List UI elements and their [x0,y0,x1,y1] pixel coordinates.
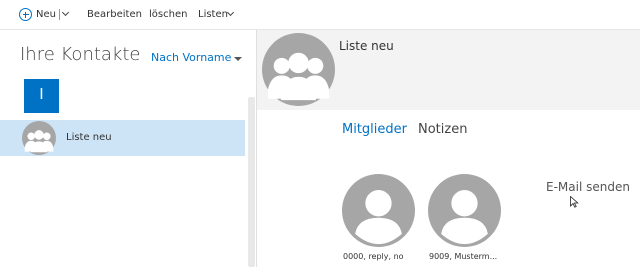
person-avatar-icon[interactable] [342,174,415,247]
chevron-down-icon[interactable] [61,8,70,17]
contacts-list-pane: Ihre Kontakte Nach Vorname I Liste neu [0,30,256,267]
tab-notes[interactable]: Notizen [418,122,467,137]
group-avatar-icon [262,33,335,106]
tab-members[interactable]: Mitglieder [342,122,407,137]
toolbar-separator [59,9,60,20]
toolbar: Neu Bearbeiten löschen Listen [0,0,640,30]
detail-header: Liste neu [257,30,640,110]
chevron-down-icon[interactable] [226,8,235,17]
list-scrollbar[interactable] [248,97,255,267]
sort-dropdown[interactable]: Nach Vorname [151,51,231,64]
page-title: Ihre Kontakte [20,44,141,65]
person-avatar-icon[interactable] [428,174,501,247]
edit-button[interactable]: Bearbeiten [87,9,142,20]
letter-index-label: I [39,85,44,103]
mouse-cursor-icon [570,196,579,208]
plus-circle-icon[interactable] [19,8,32,21]
member-name: 9009, Musterm... [429,252,498,261]
list-item-label: Liste neu [66,132,112,143]
group-avatar-icon [22,121,56,155]
new-button[interactable]: Neu [36,9,56,20]
list-item[interactable]: Liste neu [0,120,245,156]
letter-index-tile[interactable]: I [24,79,59,113]
send-email-link[interactable]: E-Mail senden [546,180,630,194]
caret-down-icon[interactable] [234,57,242,61]
contacts-app: Neu Bearbeiten löschen Listen Ihre Konta… [0,0,640,267]
delete-button[interactable]: löschen [149,9,187,20]
member-name: 0000, reply, no [343,252,404,261]
detail-title: Liste neu [339,39,394,53]
lists-button[interactable]: Listen [198,9,228,20]
